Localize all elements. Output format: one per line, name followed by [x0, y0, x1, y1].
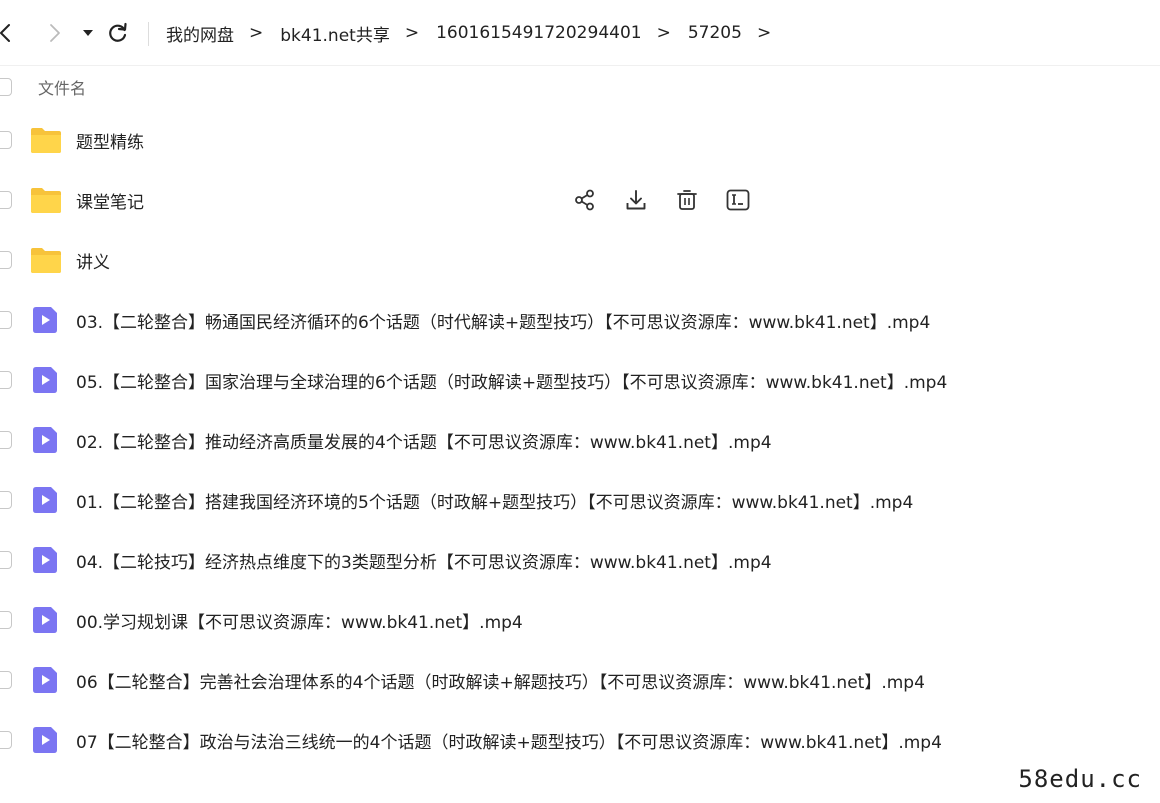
file-list-header: 文件名	[0, 66, 1160, 108]
row-checkbox[interactable]	[0, 551, 12, 569]
chevron-right-icon	[50, 24, 60, 42]
folder-icon	[31, 188, 61, 213]
file-row[interactable]: 07【二轮整合】政治与法治三线统一的4个话题（时政解读+题型技巧）【不可思议资源…	[0, 710, 1160, 770]
rename-button[interactable]	[723, 185, 753, 215]
file-list: 题型精练 课堂笔记 讲义 03.【二轮整合】畅通国民经济循环的6个话题（时代解读…	[0, 110, 1160, 770]
share-button[interactable]	[570, 185, 600, 215]
row-action-toolbar	[570, 184, 774, 216]
file-row[interactable]: 04.【二轮技巧】经济热点维度下的3类题型分析【不可思议资源库：www.bk41…	[0, 530, 1160, 590]
breadcrumb-separator: >	[249, 23, 264, 43]
file-browser-page: 我的网盘 > bk41.net共享 > 1601615491720294401 …	[0, 0, 1160, 803]
row-checkbox[interactable]	[0, 671, 12, 689]
file-name: 01.【二轮整合】搭建我国经济环境的5个话题（时政解+题型技巧）【不可思议资源库…	[76, 493, 914, 513]
row-checkbox[interactable]	[0, 431, 12, 449]
file-name: 02.【二轮整合】推动经济高质量发展的4个话题【不可思议资源库：www.bk41…	[76, 433, 772, 453]
row-checkbox[interactable]	[0, 191, 12, 209]
forward-button[interactable]	[40, 18, 68, 48]
file-row[interactable]: 05.【二轮整合】国家治理与全球治理的6个话题（时政解读+题型技巧）【不可思议资…	[0, 350, 1160, 410]
breadcrumb-item-my-drive[interactable]: 我的网盘	[166, 21, 234, 46]
refresh-icon	[109, 22, 127, 42]
file-row[interactable]: 课堂笔记	[0, 170, 1160, 230]
breadcrumb-item-folder-id[interactable]: 1601615491720294401	[436, 23, 642, 43]
file-row[interactable]: 题型精练	[0, 110, 1160, 170]
file-name: 00.学习规划课【不可思议资源库：www.bk41.net】.mp4	[76, 613, 523, 633]
file-row[interactable]: 03.【二轮整合】畅通国民经济循环的6个话题（时代解读+题型技巧）【不可思议资源…	[0, 290, 1160, 350]
file-row[interactable]: 00.学习规划课【不可思议资源库：www.bk41.net】.mp4	[0, 590, 1160, 650]
chevron-left-icon	[0, 24, 10, 42]
file-name: 06【二轮整合】完善社会治理体系的4个话题（时政解读+解题技巧）【不可思议资源库…	[76, 673, 925, 693]
column-header-filename[interactable]: 文件名	[38, 75, 86, 99]
breadcrumb-item-current[interactable]: 57205	[688, 23, 742, 43]
breadcrumb-separator: >	[756, 23, 772, 43]
file-row[interactable]: 02.【二轮整合】推动经济高质量发展的4个话题【不可思议资源库：www.bk41…	[0, 410, 1160, 470]
breadcrumb-separator: >	[404, 23, 420, 43]
delete-button[interactable]	[672, 185, 702, 215]
row-checkbox[interactable]	[0, 491, 12, 509]
file-name: 课堂笔记	[76, 193, 144, 213]
video-file-icon	[33, 547, 57, 573]
video-file-icon	[33, 487, 57, 513]
file-name: 04.【二轮技巧】经济热点维度下的3类题型分析【不可思议资源库：www.bk41…	[76, 553, 772, 573]
video-file-icon	[33, 307, 57, 333]
history-dropdown-button[interactable]	[74, 18, 102, 48]
video-file-icon	[33, 667, 57, 693]
download-button[interactable]	[621, 185, 651, 215]
file-name: 03.【二轮整合】畅通国民经济循环的6个话题（时代解读+题型技巧）【不可思议资源…	[76, 313, 931, 333]
row-checkbox[interactable]	[0, 311, 12, 329]
row-checkbox[interactable]	[0, 731, 12, 749]
file-name: 讲义	[76, 253, 110, 273]
row-checkbox[interactable]	[0, 371, 12, 389]
video-file-icon	[33, 427, 57, 453]
trash-icon	[677, 190, 697, 210]
rename-icon	[726, 189, 750, 211]
file-row[interactable]: 01.【二轮整合】搭建我国经济环境的5个话题（时政解+题型技巧）【不可思议资源库…	[0, 470, 1160, 530]
share-icon	[575, 189, 594, 211]
folder-icon	[31, 128, 61, 153]
select-all-checkbox[interactable]	[0, 78, 12, 96]
top-navigation-bar: 我的网盘 > bk41.net共享 > 1601615491720294401 …	[0, 0, 1160, 66]
toolbar-divider	[148, 22, 149, 46]
breadcrumb: 我的网盘 > bk41.net共享 > 1601615491720294401 …	[166, 20, 788, 46]
video-file-icon	[33, 607, 57, 633]
file-row[interactable]: 讲义	[0, 230, 1160, 290]
folder-icon	[31, 248, 61, 273]
row-checkbox[interactable]	[0, 611, 12, 629]
video-file-icon	[33, 727, 57, 753]
file-name: 07【二轮整合】政治与法治三线统一的4个话题（时政解读+题型技巧）【不可思议资源…	[76, 733, 942, 753]
watermark: 58edu.cc	[1018, 765, 1142, 793]
file-row[interactable]: 06【二轮整合】完善社会治理体系的4个话题（时政解读+解题技巧）【不可思议资源库…	[0, 650, 1160, 710]
file-name: 题型精练	[76, 133, 144, 153]
file-name: 05.【二轮整合】国家治理与全球治理的6个话题（时政解读+题型技巧）【不可思议资…	[76, 373, 948, 393]
back-button[interactable]	[0, 18, 20, 48]
refresh-button[interactable]	[104, 18, 132, 48]
caret-down-icon	[83, 30, 93, 36]
row-checkbox[interactable]	[0, 131, 12, 149]
download-icon	[626, 190, 646, 210]
breadcrumb-item-shared[interactable]: bk41.net共享	[280, 21, 390, 46]
row-checkbox[interactable]	[0, 251, 12, 269]
video-file-icon	[33, 367, 57, 393]
breadcrumb-separator: >	[656, 23, 671, 43]
